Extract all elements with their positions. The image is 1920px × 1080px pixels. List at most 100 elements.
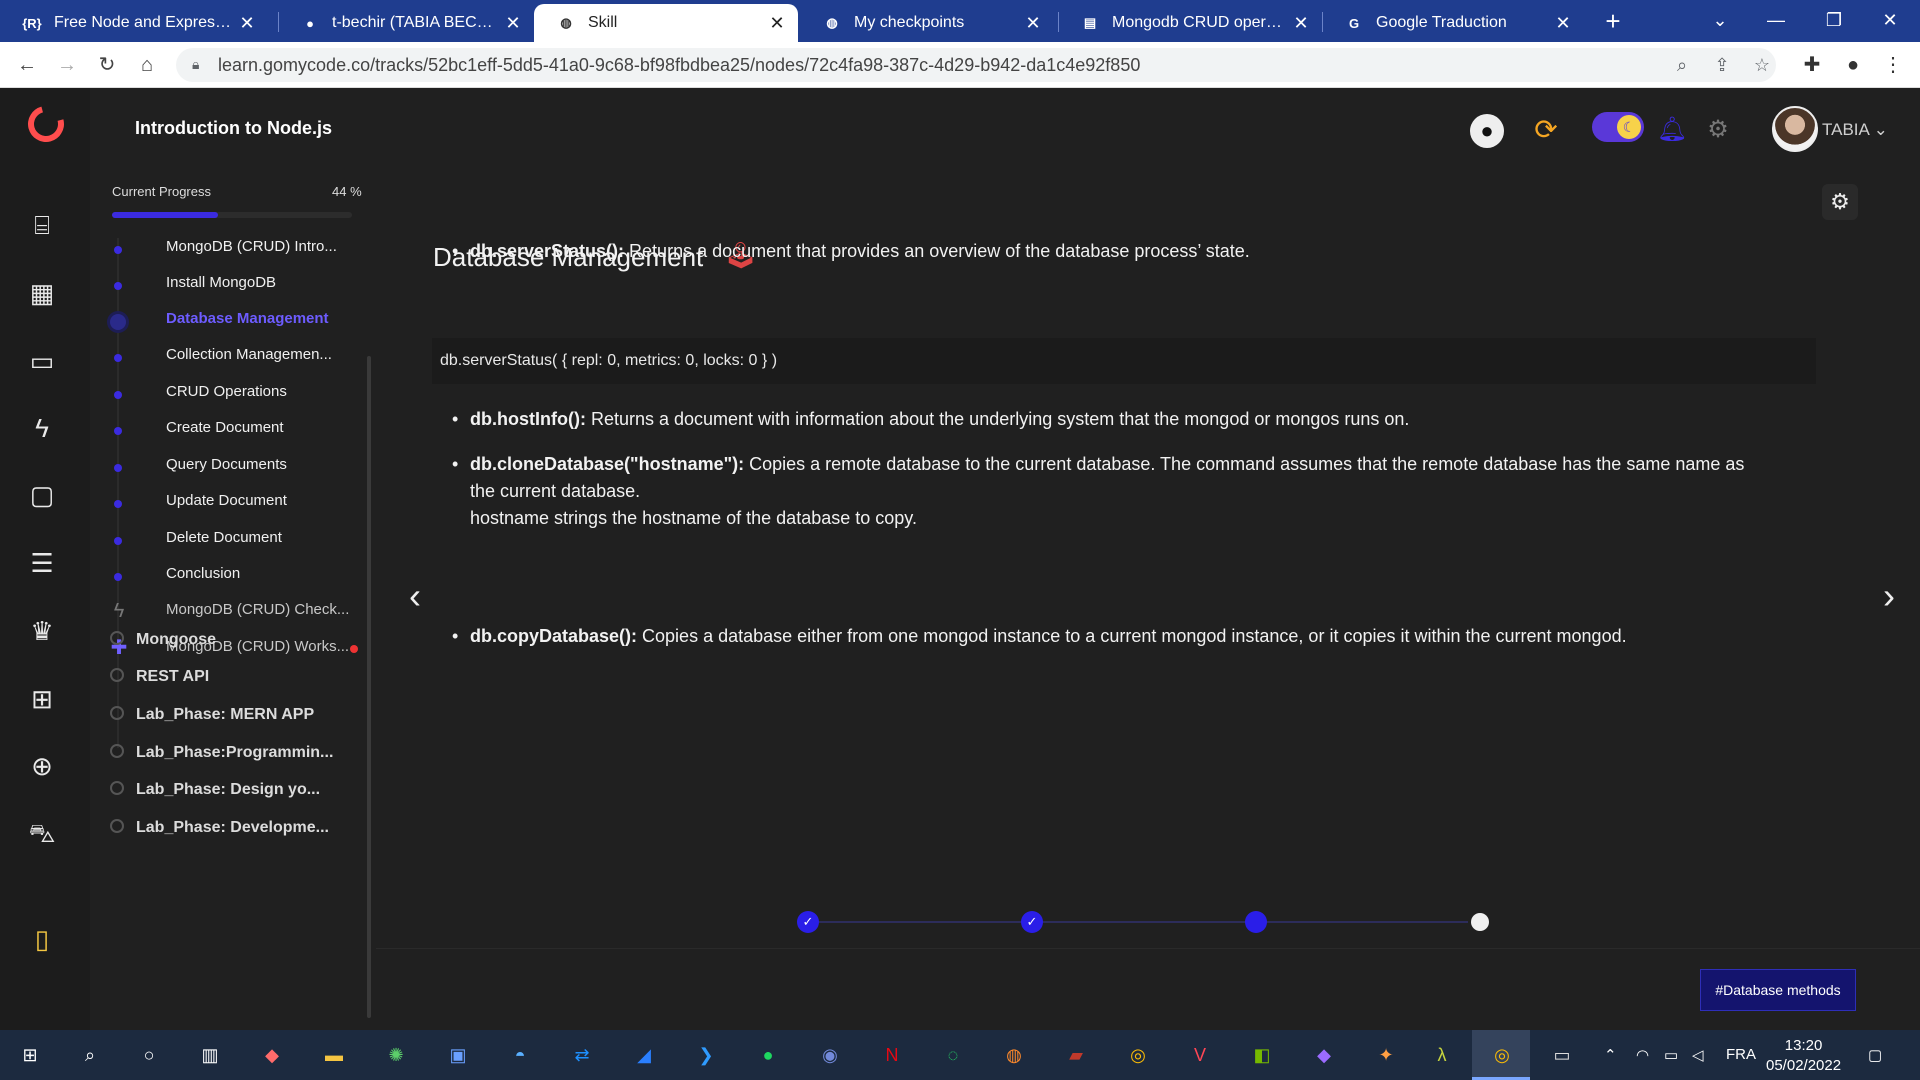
close-icon[interactable]: ✕	[1022, 13, 1044, 34]
notebook-icon[interactable]: ▯	[27, 924, 57, 954]
whatsapp-icon[interactable]: ◌	[937, 1039, 969, 1071]
step-completed[interactable]: ✓	[797, 911, 819, 933]
netflix-icon[interactable]: N	[876, 1039, 908, 1071]
language-indicator[interactable]: FRA	[1726, 1046, 1756, 1063]
nvidia-icon[interactable]: ◧	[1246, 1039, 1278, 1071]
app-icon[interactable]: ✦	[1370, 1039, 1402, 1071]
notification-icon[interactable]: ▢	[1868, 1046, 1882, 1064]
chrome-icon[interactable]: ◎	[1122, 1039, 1154, 1071]
sidebar-scrollbar[interactable]	[367, 356, 371, 1018]
cortana-icon[interactable]: ○	[133, 1039, 165, 1071]
chrome-icon[interactable]: ◎	[1486, 1039, 1518, 1071]
bookmark-star-icon[interactable]: ☆	[1750, 53, 1774, 77]
vscode-icon[interactable]: ❯	[690, 1039, 722, 1071]
back-button[interactable]: ←	[12, 50, 42, 80]
lesson-item[interactable]: Create Document	[166, 419, 284, 436]
tab-search-icon[interactable]: ⌄	[1692, 0, 1748, 40]
file-explorer-icon[interactable]: ▬	[318, 1039, 350, 1071]
section-item[interactable]: Mongoose	[136, 631, 216, 649]
bell-icon[interactable]: 🔔︎	[1652, 110, 1692, 150]
search-icon[interactable]: ⌕	[74, 1039, 106, 1071]
checkpoint-item[interactable]: MongoDB (CRUD) Check...	[166, 601, 349, 618]
browser-tab-2[interactable]: ● t-bechir (TABIA BECHIR) ✕	[278, 4, 534, 42]
browser-tab-3[interactable]: ◍ Skill ✕	[534, 4, 798, 42]
spotify-icon[interactable]: ●	[752, 1039, 784, 1071]
section-item[interactable]: REST API	[136, 668, 209, 686]
section-item[interactable]: Lab_Phase:Programmin...	[136, 744, 333, 762]
profile-icon[interactable]: ●	[1838, 50, 1868, 80]
close-icon[interactable]: ✕	[766, 13, 788, 34]
close-icon[interactable]: ✕	[236, 13, 258, 34]
browser-tab-1[interactable]: {R} Free Node and Express Fun ✕	[0, 4, 268, 42]
lesson-item[interactable]: Query Documents	[166, 456, 287, 473]
browser-tab-4[interactable]: ◍ My checkpoints ✕	[800, 4, 1054, 42]
dark-mode-toggle[interactable]: ☾	[1592, 112, 1644, 142]
app-icon[interactable]: ✺	[380, 1039, 412, 1071]
volume-icon[interactable]: ◁	[1692, 1046, 1704, 1064]
lesson-item[interactable]: Conclusion	[166, 565, 240, 582]
browser-tab-6[interactable]: G Google Traduction ✕	[1322, 4, 1584, 42]
extensions-icon[interactable]: ✚	[1797, 50, 1827, 80]
zoom-icon[interactable]: ⌕	[1670, 53, 1694, 77]
app-icon[interactable]: ◆	[1308, 1039, 1340, 1071]
app-icon[interactable]: ▣	[442, 1039, 474, 1071]
terminal-icon[interactable]: ▭	[1546, 1039, 1578, 1071]
section-item[interactable]: Lab_Phase: Developme...	[136, 819, 329, 837]
reload-button[interactable]: ↻	[92, 50, 122, 80]
menu-icon[interactable]: ⋮	[1878, 50, 1908, 80]
app-icon[interactable]: ◢	[628, 1039, 660, 1071]
wifi-icon[interactable]: ◠	[1636, 1046, 1649, 1064]
share-icon[interactable]: ⇪	[1710, 53, 1734, 77]
url-field[interactable]: 🔒︎ learn.gomycode.co/tracks/52bc1eff-5dd…	[176, 48, 1776, 82]
lesson-item[interactable]: Collection Managemen...	[166, 346, 332, 363]
new-tab-button[interactable]: +	[1596, 4, 1630, 38]
app-icon[interactable]: ◓	[504, 1039, 536, 1071]
step-current[interactable]	[1245, 911, 1267, 933]
minimize-button[interactable]: —	[1748, 0, 1804, 40]
chat-icon[interactable]: ▢	[27, 480, 57, 510]
app-icon[interactable]: ▰	[1060, 1039, 1092, 1071]
close-icon[interactable]: ✕	[1290, 13, 1312, 34]
home-button[interactable]: ⌂	[132, 50, 162, 80]
calendar-icon[interactable]: ▦	[27, 278, 57, 308]
app-icon[interactable]: λ	[1426, 1039, 1458, 1071]
browser-tab-5[interactable]: ▤ Mongodb CRUD operation ✕	[1058, 4, 1322, 42]
trophy-icon[interactable]: ♛	[27, 616, 57, 646]
settings-gear-button[interactable]: ⚙	[1822, 184, 1858, 220]
laptop-icon[interactable]: ▭	[27, 346, 57, 376]
github-icon[interactable]: ●	[1470, 114, 1504, 148]
lightning-icon[interactable]: ϟ	[27, 413, 57, 443]
close-icon[interactable]: ✕	[1552, 13, 1574, 34]
close-icon[interactable]: ✕	[502, 13, 524, 34]
tray-chevron-icon[interactable]: ⌃	[1604, 1046, 1617, 1064]
task-view-icon[interactable]: ▥	[194, 1039, 226, 1071]
lesson-item[interactable]: MongoDB (CRUD) Intro...	[166, 238, 337, 255]
section-item[interactable]: Lab_Phase: MERN APP	[136, 706, 314, 724]
sync-cloud-icon[interactable]: ⟳	[1526, 110, 1566, 150]
hierarchy-icon[interactable]: ⊞	[27, 684, 57, 714]
lesson-item-active[interactable]: Database Management	[166, 310, 329, 327]
section-item[interactable]: Lab_Phase: Design yo...	[136, 781, 320, 799]
support-chat-icon[interactable]: ⚙	[1698, 110, 1738, 150]
step-pending[interactable]	[1471, 913, 1489, 931]
cart-icon[interactable]: ⛍	[27, 818, 57, 848]
username[interactable]: TABIA ⌄	[1822, 120, 1888, 140]
lesson-item[interactable]: Update Document	[166, 492, 287, 509]
news-icon[interactable]: ☰	[27, 548, 57, 578]
lesson-item[interactable]: Delete Document	[166, 529, 282, 546]
forward-button[interactable]: →	[52, 50, 82, 80]
avatar[interactable]	[1772, 106, 1818, 152]
next-arrow-icon[interactable]: ›	[1874, 576, 1904, 616]
battery-icon[interactable]: ▭	[1664, 1046, 1678, 1064]
teamviewer-icon[interactable]: ⇄	[566, 1039, 598, 1071]
globe-icon[interactable]: ⊕	[27, 751, 57, 781]
windows-start-icon[interactable]: ⊞	[14, 1039, 46, 1071]
firefox-icon[interactable]: ◍	[998, 1039, 1030, 1071]
step-completed[interactable]: ✓	[1021, 911, 1043, 933]
restore-button[interactable]: ❐	[1806, 0, 1862, 40]
app-icon[interactable]: ◆	[256, 1039, 288, 1071]
tag-button[interactable]: #Database methods	[1700, 969, 1856, 1011]
clock[interactable]: 13:20 05/02/2022	[1766, 1036, 1841, 1076]
discord-icon[interactable]: ◉	[814, 1039, 846, 1071]
lesson-item[interactable]: CRUD Operations	[166, 383, 287, 400]
